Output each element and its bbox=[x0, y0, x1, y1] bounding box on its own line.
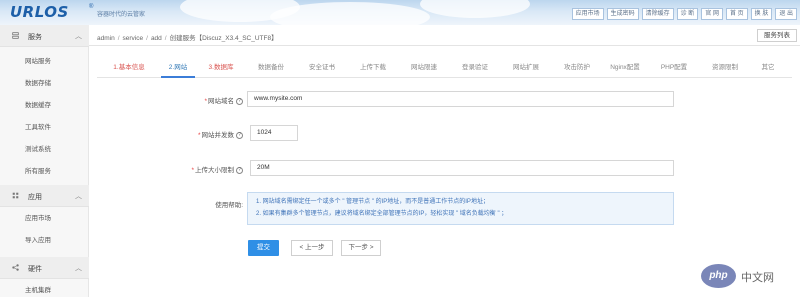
grid-icon bbox=[12, 192, 19, 199]
breadcrumb-item-service[interactable]: service bbox=[123, 35, 144, 42]
sidebar-item-tools[interactable]: 工具软件 bbox=[0, 118, 89, 138]
required-marker: * bbox=[191, 167, 194, 174]
upload-limit-label-text: 上传大小限制 bbox=[195, 167, 234, 174]
tab-upload-download[interactable]: 上传下载 bbox=[353, 58, 393, 78]
next-step-button[interactable]: 下一步 > bbox=[341, 240, 381, 256]
help-question-icon[interactable]: ? bbox=[236, 97, 243, 105]
tab-attack-protection[interactable]: 攻击防护 bbox=[557, 58, 597, 78]
tab-data-backup[interactable]: 数据备份 bbox=[251, 58, 291, 78]
tab-resource-limit[interactable]: 资源限制 bbox=[705, 58, 745, 78]
tab-login-verification[interactable]: 登录验证 bbox=[455, 58, 495, 78]
domain-label-text: 网站域名 bbox=[208, 98, 234, 105]
tab-php-config[interactable]: PHP配置 bbox=[655, 58, 693, 78]
help-question-icon[interactable]: ? bbox=[236, 166, 243, 174]
tab-other[interactable]: 其它 bbox=[757, 58, 779, 78]
tab-basic-info[interactable]: 1.基本信息 bbox=[110, 58, 148, 78]
tab-database[interactable]: 3.数据库 bbox=[203, 58, 239, 78]
breadcrumb-bar: admin / service / add / 创建服务【Discuz_X3.4_SC_UT… bbox=[89, 25, 800, 46]
nav-home-button[interactable]: 首 页 bbox=[725, 8, 748, 20]
header-cloud bbox=[270, 2, 430, 25]
sidebar-item-all-services[interactable]: 所有服务 bbox=[0, 162, 89, 182]
service-list-button[interactable]: 服务列表 bbox=[757, 29, 797, 42]
header-cloud bbox=[420, 0, 530, 18]
tab-ssl-certificate[interactable]: 安全证书 bbox=[302, 58, 342, 78]
tab-speed-limit[interactable]: 网站限速 bbox=[404, 58, 444, 78]
sidebar-item-host-cluster[interactable]: 主机集群 bbox=[0, 281, 89, 297]
php-logo-badge: php bbox=[701, 264, 736, 288]
nav-generate-password-button[interactable]: 生成密码 bbox=[606, 8, 639, 20]
sidebar-group-title: 硬件 bbox=[28, 266, 42, 273]
required-marker: * bbox=[204, 98, 207, 105]
sidebar-item-app-market[interactable]: 应用市场 bbox=[0, 209, 89, 229]
concurrency-label: *网站并发数? bbox=[163, 129, 243, 139]
sidebar-group-hardware[interactable]: 硬件 ︿ bbox=[0, 257, 89, 279]
help-question-icon[interactable]: ? bbox=[236, 131, 243, 139]
sidebar-item-website-service[interactable]: 网站服务 bbox=[0, 52, 89, 72]
share-icon bbox=[12, 264, 19, 271]
wizard-tabs: 1.基本信息 2.网站 3.数据库 数据备份 安全证书 上传下载 网站限速 登录… bbox=[97, 58, 792, 78]
chevron-up-icon: ︿ bbox=[75, 193, 82, 200]
sidebar-item-test-system[interactable]: 测试系统 bbox=[0, 140, 89, 160]
watermark: php 中文网 bbox=[699, 261, 800, 297]
breadcrumb-item-admin[interactable]: admin bbox=[97, 35, 115, 42]
breadcrumb-separator: / bbox=[164, 35, 167, 42]
concurrency-input[interactable]: 1024 bbox=[250, 125, 298, 141]
sidebar-group-title: 服务 bbox=[28, 34, 42, 41]
breadcrumb-current: 创建服务【Discuz_X3.4_SC_UTF8】 bbox=[169, 35, 278, 42]
domain-input[interactable]: www.mysite.com bbox=[247, 91, 674, 107]
upload-limit-input[interactable]: 20M bbox=[250, 160, 674, 176]
nav-official-site-button[interactable]: 官 网 bbox=[701, 8, 723, 20]
sidebar: 服务 ︿ 网站服务 数据存储 数据缓存 工具软件 测试系统 所有服务 应用 ︿ … bbox=[0, 25, 89, 297]
sidebar-group-services[interactable]: 服务 ︿ bbox=[0, 25, 89, 47]
nav-clear-cache-button[interactable]: 清除缓存 bbox=[641, 8, 674, 20]
help-line: 2. 如果有集群多个管理节点，建议将域名绑定全部管理节点的IP，轻松实现 " 域… bbox=[256, 211, 508, 217]
prev-step-button[interactable]: < 上一步 bbox=[291, 240, 333, 256]
usage-help-box: 1. 网站域名需绑定任一个或多个 " 管理节点 " 的IP地址，而不是普通工作节… bbox=[247, 192, 674, 225]
domain-label: *网站域名? bbox=[163, 95, 243, 105]
sidebar-group-apps[interactable]: 应用 ︿ bbox=[0, 185, 89, 207]
sidebar-item-import-app[interactable]: 导入应用 bbox=[0, 231, 89, 251]
sidebar-item-data-storage[interactable]: 数据存储 bbox=[0, 74, 89, 94]
nav-logout-button[interactable]: 退 出 bbox=[775, 8, 797, 20]
chevron-up-icon: ︿ bbox=[75, 33, 82, 40]
nav-diagnose-button[interactable]: 诊 断 bbox=[676, 8, 699, 20]
required-marker: * bbox=[197, 132, 201, 139]
breadcrumb-item-add[interactable]: add bbox=[151, 35, 162, 42]
sidebar-group-title: 应用 bbox=[28, 194, 42, 201]
logo: URLOS bbox=[10, 3, 69, 21]
top-nav: 应用市场 生成密码 清除缓存 诊 断 官 网 首 页 换 肤 退 出 bbox=[571, 8, 797, 20]
nav-skin-button[interactable]: 换 肤 bbox=[750, 8, 773, 20]
help-line: 1. 网站域名需绑定任一个或多个 " 管理节点 " 的IP地址，而不是普通工作节… bbox=[256, 199, 489, 205]
concurrency-label-text: 网站并发数 bbox=[201, 132, 235, 139]
tab-website[interactable]: 2.网站 bbox=[161, 58, 195, 78]
breadcrumb: admin / service / add / 创建服务【Discuz_X3.4_SC_UT… bbox=[97, 32, 278, 42]
nav-app-market-button[interactable]: 应用市场 bbox=[571, 8, 604, 20]
slogan: 容器时代的云管家 bbox=[97, 12, 146, 18]
server-icon bbox=[12, 32, 19, 39]
logo-registered-mark: ® bbox=[89, 4, 94, 10]
tab-nginx-config[interactable]: Nginx配置 bbox=[605, 58, 645, 78]
submit-button[interactable]: 提交 bbox=[248, 240, 279, 256]
sidebar-item-data-cache[interactable]: 数据缓存 bbox=[0, 96, 89, 116]
tab-site-extensions[interactable]: 网站扩展 bbox=[506, 58, 546, 78]
chevron-up-icon: ︿ bbox=[75, 265, 82, 272]
breadcrumb-separator: / bbox=[117, 35, 120, 42]
upload-limit-label: *上传大小限制? bbox=[163, 164, 243, 174]
usage-help-label: 使用帮助: bbox=[215, 202, 243, 209]
watermark-text: 中文网 bbox=[741, 272, 774, 284]
top-header: URLOS ® 容器时代的云管家 应用市场 生成密码 清除缓存 诊 断 官 网 … bbox=[0, 0, 800, 25]
breadcrumb-separator: / bbox=[146, 35, 148, 42]
